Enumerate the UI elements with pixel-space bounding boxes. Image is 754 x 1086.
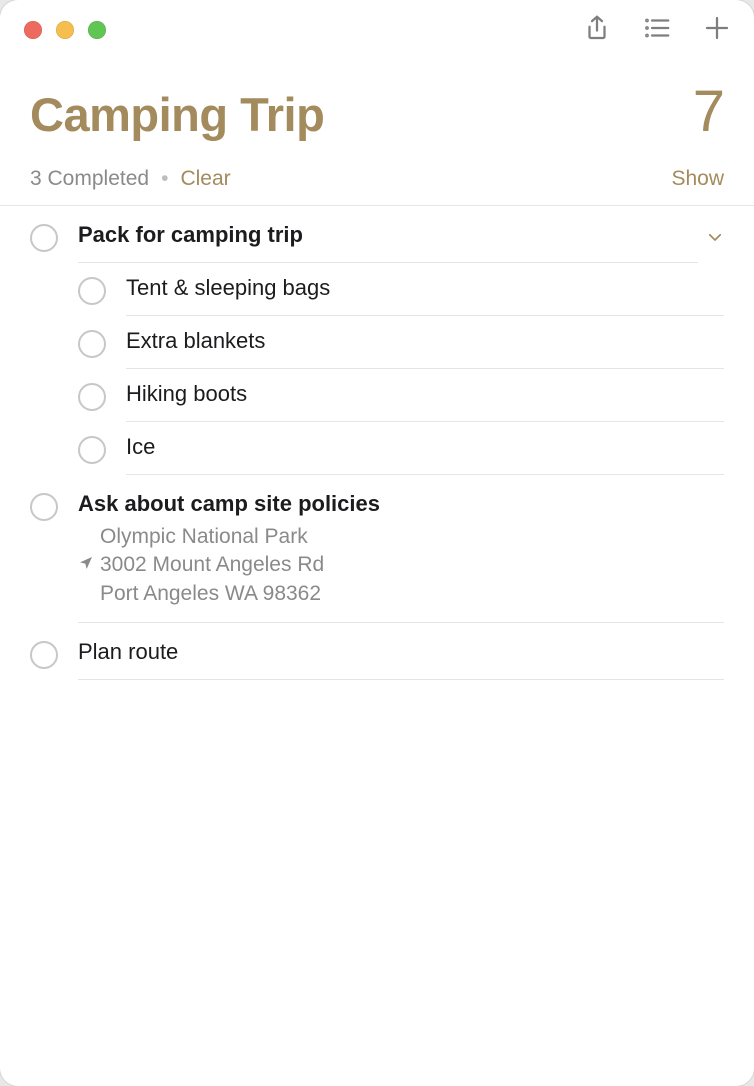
completed-count-label: 3 Completed: [30, 167, 149, 191]
location-city: Port Angeles WA 98362: [78, 580, 724, 608]
subtask-row[interactable]: Extra blankets: [30, 316, 724, 369]
location-name: Olympic National Park: [78, 523, 724, 551]
window-controls: [24, 21, 106, 39]
chevron-down-icon[interactable]: [706, 228, 724, 251]
subtask-title: Extra blankets: [126, 328, 724, 354]
subtask-row[interactable]: Tent & sleeping bags: [30, 263, 724, 316]
reminders-window: Camping Trip 7 3 Completed • Clear Show …: [0, 0, 754, 1086]
reminder-row[interactable]: Plan route: [30, 623, 724, 680]
close-window-button[interactable]: [24, 21, 42, 39]
subtask-title: Hiking boots: [126, 381, 724, 407]
subtask-row[interactable]: Hiking boots: [30, 369, 724, 422]
location-arrow-icon: [78, 551, 94, 579]
complete-toggle[interactable]: [30, 641, 58, 669]
status-row: 3 Completed • Clear Show: [0, 153, 754, 206]
separator-dot: •: [161, 167, 168, 191]
complete-toggle[interactable]: [78, 436, 106, 464]
clear-completed-button[interactable]: Clear: [180, 167, 230, 191]
list-title: Camping Trip: [30, 87, 324, 142]
minimize-window-button[interactable]: [56, 21, 74, 39]
list-format-icon[interactable]: [642, 13, 672, 48]
subtask-title: Tent & sleeping bags: [126, 275, 724, 301]
list-header: Camping Trip 7: [0, 60, 754, 153]
complete-toggle[interactable]: [78, 277, 106, 305]
complete-toggle[interactable]: [78, 383, 106, 411]
complete-toggle[interactable]: [78, 330, 106, 358]
titlebar: [0, 0, 754, 60]
fullscreen-window-button[interactable]: [88, 21, 106, 39]
reminder-row[interactable]: Pack for camping trip: [30, 206, 724, 263]
reminder-location: Olympic National Park 3002 Mount Angeles…: [78, 523, 724, 608]
reminders-list: Pack for camping trip Tent & sleeping ba…: [0, 206, 754, 680]
remaining-count: 7: [693, 78, 724, 145]
reminder-title: Pack for camping trip: [78, 222, 698, 248]
location-street: 3002 Mount Angeles Rd: [100, 551, 324, 579]
complete-toggle[interactable]: [30, 224, 58, 252]
reminder-row[interactable]: Ask about camp site policies Olympic Nat…: [30, 475, 724, 623]
subtask-title: Ice: [126, 434, 724, 460]
reminder-title: Plan route: [78, 639, 724, 665]
complete-toggle[interactable]: [30, 493, 58, 521]
subtask-row[interactable]: Ice: [30, 422, 724, 475]
reminder-title: Ask about camp site policies: [78, 491, 724, 517]
plus-icon[interactable]: [702, 13, 732, 48]
share-icon[interactable]: [582, 13, 612, 48]
show-completed-button[interactable]: Show: [671, 167, 724, 191]
toolbar: [582, 13, 732, 48]
